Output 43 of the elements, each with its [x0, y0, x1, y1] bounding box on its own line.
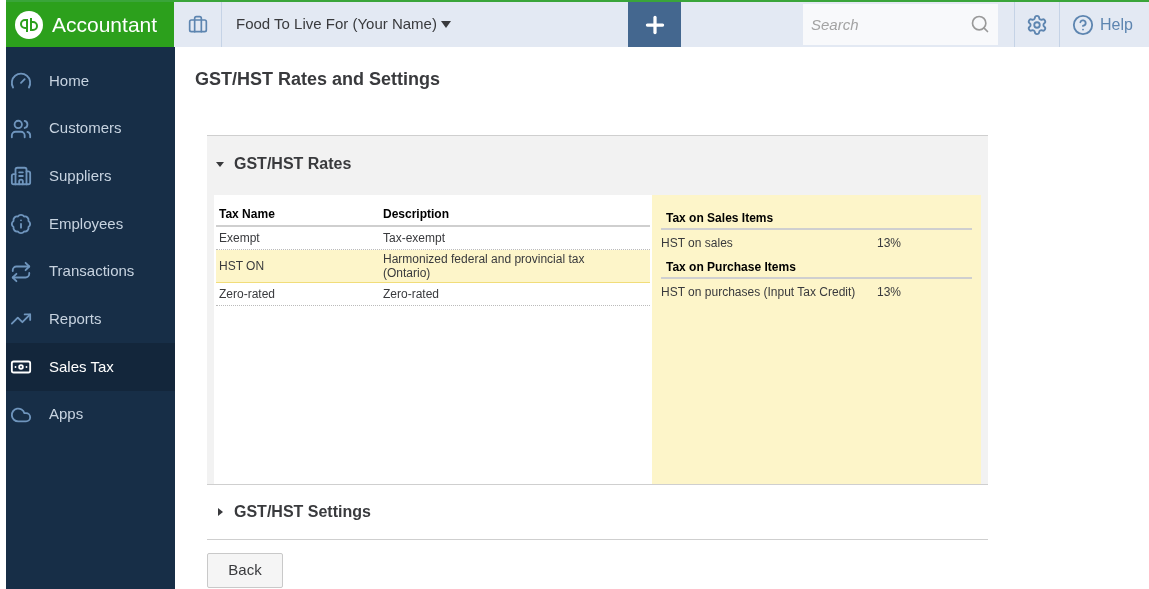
search-icon[interactable]	[970, 14, 990, 34]
group-heading: Tax on Sales Items	[661, 209, 972, 230]
back-button[interactable]: Back	[207, 553, 283, 588]
company-dropdown[interactable]: Food To Live For (Your Name)	[222, 2, 628, 47]
tax-rate: 13%	[877, 284, 902, 301]
search-field[interactable]: Search	[803, 4, 998, 45]
people-icon	[10, 117, 32, 140]
sidebar-item[interactable]: Employees	[6, 200, 175, 248]
table-row[interactable]: Zero-rated Zero-rated	[216, 283, 650, 306]
section-header[interactable]: GST/HST Settings	[207, 484, 988, 540]
caret-icon	[216, 508, 224, 516]
settings-icon[interactable]	[1026, 13, 1048, 36]
building-icon	[10, 165, 32, 188]
table-cell-text: Exempt	[218, 231, 261, 245]
table-cell-text: Tax-exempt	[382, 231, 447, 245]
brand-name: Accountant	[52, 11, 158, 38]
help-icon	[1072, 13, 1094, 36]
sidebar-item[interactable]: Reports	[6, 295, 175, 344]
tax-rate: 13%	[877, 235, 902, 252]
sidebar-item[interactable]: Customers	[6, 104, 175, 153]
tax-label: HST on purchases (Input Tax Credit)	[661, 284, 857, 301]
sidebar-item[interactable]: Suppliers	[6, 152, 175, 201]
caret-icon	[440, 21, 451, 28]
section-header[interactable]: GST/HST Rates	[207, 136, 352, 192]
column-header: Description	[382, 206, 450, 223]
group-heading: Tax on Purchase Items	[661, 258, 972, 279]
table-cell-text: Zero-rated	[218, 287, 277, 301]
sidebar-item[interactable]: Apps	[6, 390, 175, 439]
table-cell-text: HST ON	[218, 259, 266, 273]
page-title: GST/HST Rates and Settings	[195, 68, 442, 91]
sidebar-item[interactable]: Transactions	[6, 247, 175, 296]
briefcase-icon[interactable]	[187, 14, 208, 35]
column-header: Tax Name	[218, 206, 276, 223]
sidebar-item[interactable]: Home	[6, 57, 175, 105]
table-cell-text: Zero-rated	[382, 287, 441, 301]
sidebar-item[interactable]: Sales Tax	[6, 343, 175, 391]
table-row[interactable]: HST ON Harmonized federal and provincial tax (Ontario)	[216, 250, 650, 283]
caret-icon	[216, 160, 224, 168]
add-button[interactable]	[628, 2, 681, 47]
tax-label: HST on sales	[661, 235, 734, 252]
logo-icon	[14, 9, 44, 40]
arrows-icon	[10, 260, 32, 283]
table-cell-text: Harmonized federal and provincial tax (Ontario)	[382, 252, 586, 280]
